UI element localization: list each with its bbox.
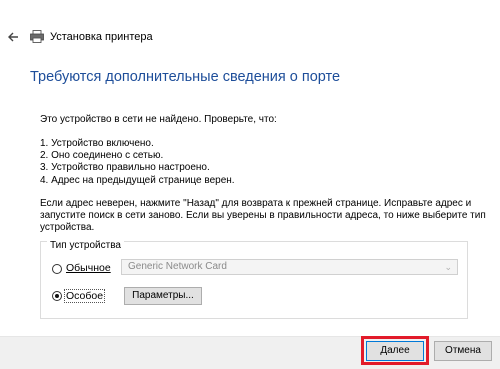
- back-arrow-icon[interactable]: [6, 30, 20, 44]
- instruction-line-1: Если адрес неверен, нажмите "Назад" для …: [40, 198, 472, 209]
- next-button-highlight: [361, 336, 429, 365]
- custom-label-text: Особое: [66, 290, 104, 302]
- standard-radio-label[interactable]: Обычное: [66, 262, 111, 274]
- device-type-group: [40, 241, 468, 319]
- settings-button[interactable]: Параметры...: [124, 287, 202, 305]
- page-heading: Требуются дополнительные сведения о порт…: [30, 69, 341, 85]
- checklist-item: 2. Оно соединено с сетью.: [40, 150, 164, 162]
- checklist-item: 4. Адрес на предыдущей странице верен.: [40, 174, 235, 186]
- standard-device-value: Generic Network Card: [128, 261, 227, 272]
- instruction-line-2: запустите поиск в сети заново. Если вы у…: [40, 210, 486, 221]
- standard-label-text: Обычное: [66, 262, 111, 274]
- printer-icon: [30, 30, 44, 43]
- intro-text: Это устройство в сети не найдено. Провер…: [40, 114, 277, 125]
- checklist: 1. Устройство включено. 2. Оно соединено…: [40, 138, 235, 187]
- custom-radio[interactable]: [52, 291, 62, 301]
- checklist-item: 1. Устройство включено.: [40, 138, 154, 149]
- device-type-legend: Тип устройства: [47, 240, 124, 251]
- chevron-down-icon: ⌄: [444, 262, 452, 272]
- wizard-title: Установка принтера: [50, 31, 153, 43]
- standard-radio[interactable]: [52, 264, 62, 274]
- standard-device-select: Generic Network Card ⌄: [121, 259, 458, 275]
- custom-radio-label[interactable]: Особое: [64, 289, 106, 303]
- instruction-line-3: устройства.: [40, 222, 95, 233]
- cancel-button[interactable]: Отмена: [434, 341, 492, 361]
- checklist-item: 3. Устройство правильно настроено.: [40, 162, 210, 174]
